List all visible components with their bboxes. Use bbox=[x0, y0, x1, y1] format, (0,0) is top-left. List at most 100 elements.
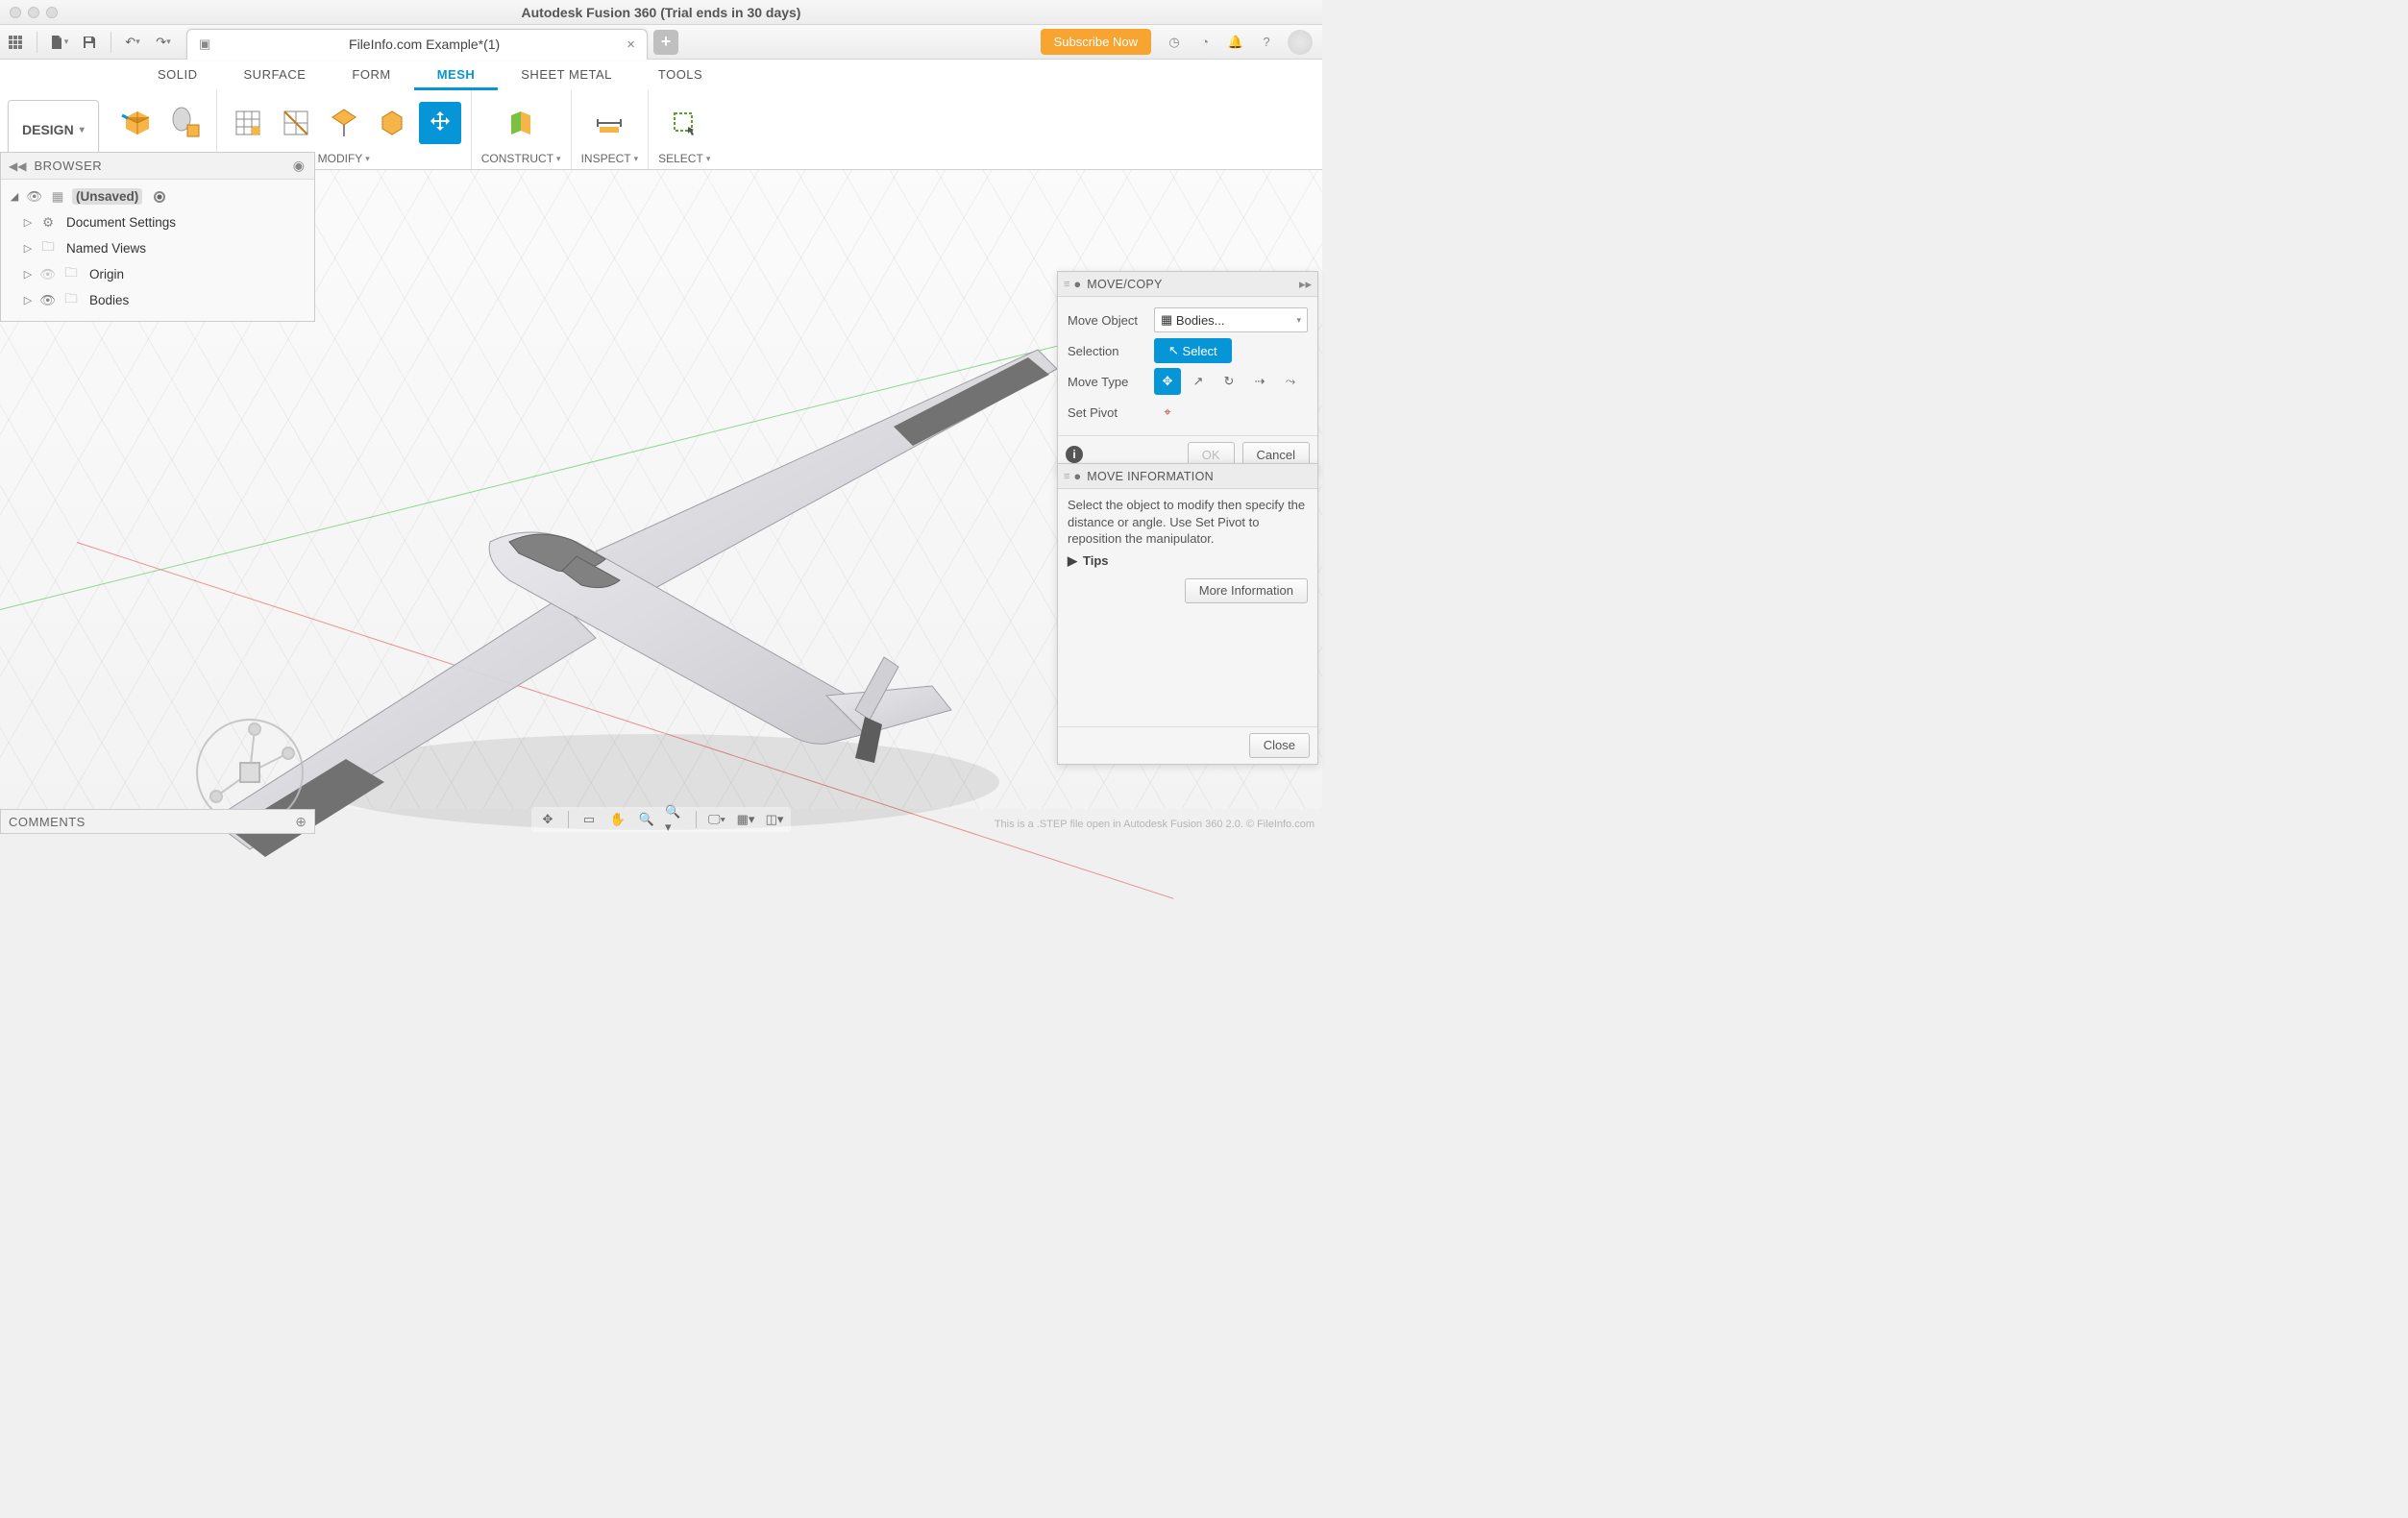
browser-item-label[interactable]: Named Views bbox=[62, 240, 150, 257]
insert-mesh-icon[interactable] bbox=[116, 102, 159, 144]
browser-options-icon[interactable]: ◉ bbox=[293, 158, 305, 174]
workspace-switcher[interactable]: DESIGN▾ bbox=[8, 100, 99, 159]
ribbon-group-construct-label: CONSTRUCT bbox=[481, 152, 553, 165]
minimize-window-icon[interactable] bbox=[28, 7, 39, 18]
convert-icon[interactable] bbox=[371, 102, 413, 144]
expand-icon: ▶ bbox=[1068, 553, 1077, 569]
component-icon: ▦ bbox=[49, 189, 66, 205]
set-pivot-icon[interactable]: ⌖ bbox=[1154, 399, 1181, 426]
browser-item-document-settings[interactable]: ▷ ⚙ Document Settings bbox=[5, 209, 310, 235]
add-comment-icon[interactable]: ⊕ bbox=[295, 814, 307, 830]
browser-item-origin[interactable]: ▷ 👁 🗀 Origin bbox=[5, 261, 310, 287]
display-settings-icon[interactable]: 🖵▾ bbox=[706, 809, 727, 830]
visibility-icon[interactable]: 👁 bbox=[26, 189, 43, 205]
body-icon: ▦ bbox=[1161, 312, 1172, 328]
construct-plane-icon[interactable] bbox=[500, 102, 542, 144]
orbit-icon[interactable]: ✥ bbox=[537, 809, 558, 830]
measure-icon[interactable] bbox=[588, 102, 630, 144]
ribbon-tab-tools[interactable]: TOOLS bbox=[635, 60, 725, 90]
zoom-icon[interactable]: 🔍 bbox=[636, 809, 657, 830]
browser-item-label[interactable]: Document Settings bbox=[62, 214, 180, 231]
document-tab[interactable]: ▣ FileInfo.com Example*(1) × bbox=[186, 29, 648, 60]
browser-item-named-views[interactable]: ▷ 🗀 Named Views bbox=[5, 235, 310, 261]
ribbon-tab-mesh[interactable]: MESH bbox=[414, 60, 499, 90]
select-button[interactable]: ↖ Select bbox=[1154, 338, 1232, 363]
close-button[interactable]: Close bbox=[1249, 733, 1310, 758]
reduce-icon[interactable] bbox=[275, 102, 317, 144]
browser-collapse-icon[interactable]: ◀◀ bbox=[9, 159, 26, 173]
panel-collapse-icon[interactable]: ● bbox=[1073, 277, 1081, 291]
subscribe-button[interactable]: Subscribe Now bbox=[1041, 29, 1151, 55]
more-information-button[interactable]: More Information bbox=[1185, 578, 1308, 603]
create-mesh-icon[interactable] bbox=[164, 102, 207, 144]
ribbon-tab-solid[interactable]: SOLID bbox=[135, 60, 221, 90]
tips-expander[interactable]: ▶ Tips bbox=[1068, 553, 1308, 569]
notifications-icon[interactable]: 🔔 bbox=[1226, 33, 1245, 52]
zoom-window-icon[interactable]: 🔍▾ bbox=[665, 809, 686, 830]
close-window-icon[interactable] bbox=[10, 7, 21, 18]
plane-cut-icon[interactable] bbox=[323, 102, 365, 144]
rotate-icon[interactable]: ↻ bbox=[1216, 368, 1242, 395]
panel-grip-icon[interactable]: ≡ bbox=[1064, 471, 1069, 482]
job-status-icon[interactable]: ◔ bbox=[1195, 33, 1215, 52]
browser-panel: ◀◀ BROWSER ◉ ◢ 👁 ▦ (Unsaved) ▷ ⚙ Documen… bbox=[0, 152, 315, 322]
panel-collapse-icon[interactable]: ● bbox=[1073, 469, 1081, 483]
settings-gear-icon[interactable]: ⚙ bbox=[39, 215, 57, 231]
footer-attribution: This is a .STEP file open in Autodesk Fu… bbox=[995, 819, 1315, 830]
browser-item-bodies[interactable]: ▷ 👁 🗀 Bodies bbox=[5, 287, 310, 313]
visibility-off-icon[interactable]: 👁 bbox=[39, 267, 57, 282]
viewport-layout-icon[interactable]: ◫▾ bbox=[764, 809, 785, 830]
point-to-position-icon[interactable]: ⤳ bbox=[1277, 368, 1304, 395]
panel-grip-icon[interactable]: ≡ bbox=[1064, 279, 1069, 290]
close-tab-icon[interactable]: × bbox=[627, 37, 635, 53]
maximize-window-icon[interactable] bbox=[46, 7, 58, 18]
browser-item-label[interactable]: Bodies bbox=[86, 292, 133, 308]
expand-icon[interactable]: ▷ bbox=[22, 268, 34, 281]
expand-icon[interactable]: ▷ bbox=[22, 216, 34, 229]
translate-icon[interactable]: ↗ bbox=[1185, 368, 1212, 395]
user-avatar[interactable] bbox=[1288, 30, 1313, 55]
save-icon[interactable] bbox=[76, 29, 103, 56]
move-object-label: Move Object bbox=[1068, 313, 1146, 328]
free-move-icon[interactable]: ✥ bbox=[1154, 368, 1181, 395]
ribbon-tab-form[interactable]: FORM bbox=[329, 60, 413, 90]
move-object-dropdown[interactable]: ▦ Bodies... ▾ bbox=[1154, 307, 1308, 332]
panel-pin-icon[interactable]: ▸▸ bbox=[1299, 277, 1312, 292]
ribbon-tab-surface[interactable]: SURFACE bbox=[221, 60, 330, 90]
comments-bar[interactable]: COMMENTS ⊕ bbox=[0, 809, 315, 834]
tips-label: Tips bbox=[1083, 553, 1109, 568]
redo-icon[interactable]: ↷▾ bbox=[150, 29, 177, 56]
info-icon[interactable]: i bbox=[1066, 446, 1083, 463]
ribbon-group-select: SELECT▾ bbox=[649, 90, 720, 169]
select-tool-icon[interactable] bbox=[663, 102, 705, 144]
visibility-icon[interactable]: 👁 bbox=[39, 293, 57, 308]
undo-icon[interactable]: ↶▾ bbox=[119, 29, 146, 56]
help-icon[interactable]: ? bbox=[1257, 33, 1276, 52]
folder-icon: 🗀 bbox=[62, 289, 80, 311]
ribbon-group-inspect-label: INSPECT bbox=[581, 152, 631, 165]
select-button-label: Select bbox=[1183, 344, 1217, 358]
activate-radio-icon[interactable] bbox=[154, 191, 165, 203]
grid-settings-icon[interactable]: ▦▾ bbox=[735, 809, 756, 830]
extensions-icon[interactable]: ◷ bbox=[1165, 33, 1184, 52]
point-to-point-icon[interactable]: ⇢ bbox=[1246, 368, 1273, 395]
look-at-icon[interactable]: ▭ bbox=[578, 809, 600, 830]
model-airplane[interactable] bbox=[192, 331, 1057, 869]
ribbon-group-inspect: INSPECT▾ bbox=[572, 90, 650, 169]
new-file-icon[interactable]: ▾ bbox=[45, 29, 72, 56]
move-copy-icon[interactable] bbox=[419, 102, 461, 144]
window-controls bbox=[10, 7, 58, 18]
new-tab-button[interactable]: + bbox=[653, 30, 678, 55]
remesh-icon[interactable] bbox=[227, 102, 269, 144]
move-copy-title: MOVE/COPY bbox=[1087, 278, 1299, 291]
expand-icon[interactable]: ▷ bbox=[22, 242, 34, 255]
expand-icon[interactable]: ◢ bbox=[9, 190, 20, 203]
browser-root-label[interactable]: (Unsaved) bbox=[72, 188, 142, 205]
ribbon-tab-sheet-metal[interactable]: SHEET METAL bbox=[498, 60, 635, 90]
browser-item-label[interactable]: Origin bbox=[86, 266, 128, 282]
pan-icon[interactable]: ✋ bbox=[607, 809, 628, 830]
browser-root-node[interactable]: ◢ 👁 ▦ (Unsaved) bbox=[5, 184, 310, 209]
apps-grid-icon[interactable] bbox=[2, 29, 29, 56]
cursor-icon: ↖ bbox=[1168, 343, 1179, 358]
expand-icon[interactable]: ▷ bbox=[22, 294, 34, 306]
